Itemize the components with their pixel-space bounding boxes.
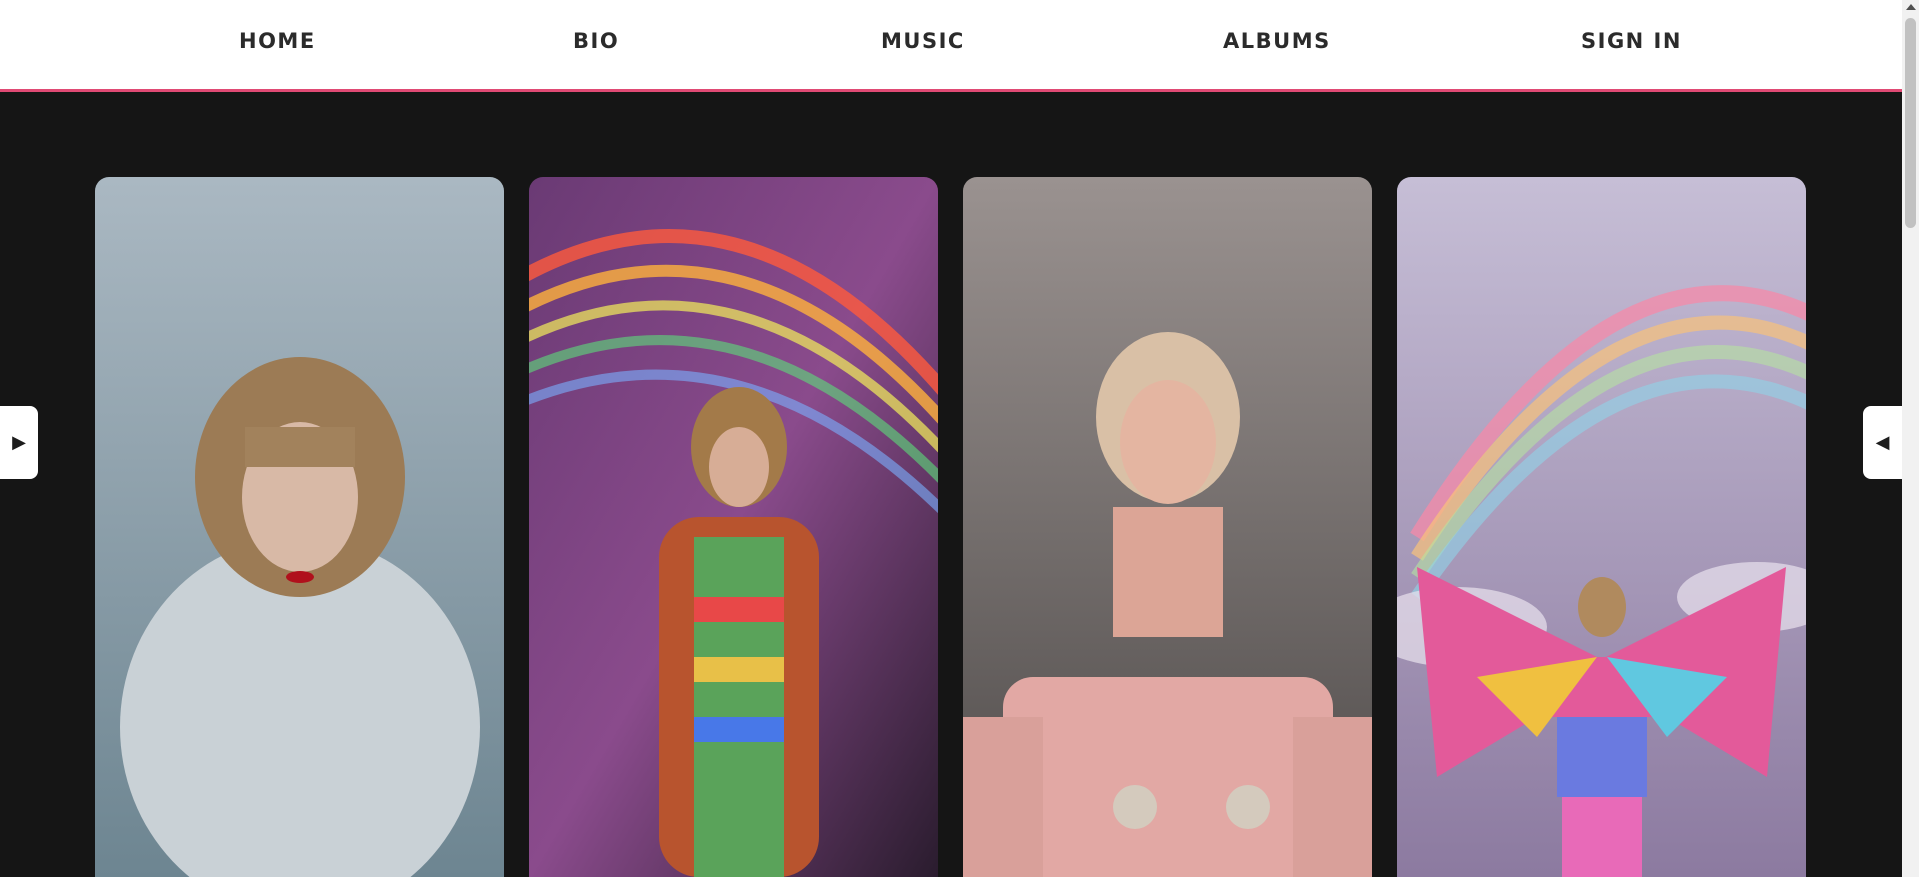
nav-bio-link[interactable]: BIO <box>573 29 619 53</box>
carousel-card-portrait-winter[interactable] <box>95 177 504 877</box>
nav-sign-in-link[interactable]: SIGN IN <box>1581 29 1682 53</box>
scrollbar-thumb[interactable] <box>1905 18 1916 228</box>
page-scrollbar[interactable] <box>1902 0 1919 877</box>
carousel-next-button[interactable]: ◀ <box>1863 406 1902 479</box>
carousel-card-portrait-pink-dress[interactable] <box>963 177 1372 877</box>
portrait-rainbow-sky-image <box>1397 177 1806 877</box>
scroll-up-arrow-icon[interactable] <box>1906 4 1916 10</box>
play-right-icon: ▶ <box>12 432 26 452</box>
play-left-icon: ◀ <box>1875 432 1890 452</box>
nav-albums-link[interactable]: ALBUMS <box>1223 29 1331 53</box>
carousel-card-portrait-rainbow-sky[interactable] <box>1397 177 1806 877</box>
nav-music-link[interactable]: MUSIC <box>881 29 965 53</box>
portrait-rainbow-wall-image <box>529 177 938 877</box>
portrait-pink-dress-image <box>963 177 1372 877</box>
nav-home-link[interactable]: HOME <box>239 29 316 53</box>
top-navigation-bar: HOME BIO MUSIC ALBUMS SIGN IN <box>0 0 1902 92</box>
portrait-winter-image <box>95 177 504 877</box>
carousel-prev-button[interactable]: ▶ <box>0 406 38 479</box>
carousel-card-portrait-rainbow-wall[interactable] <box>529 177 938 877</box>
